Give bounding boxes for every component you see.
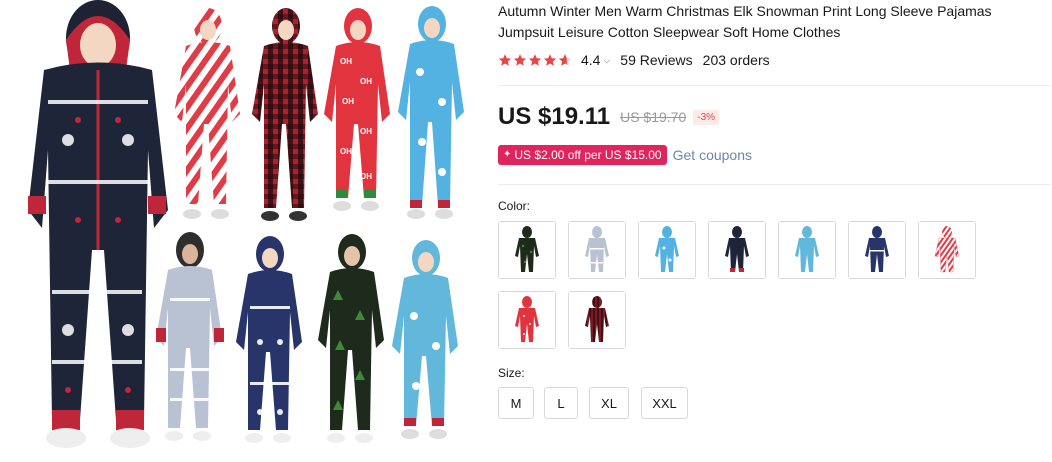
rating-summary[interactable]: 4.4 ⌵ 59 Reviews 203 orders xyxy=(498,51,770,69)
current-price: US $19.11 xyxy=(498,103,611,130)
star-rating xyxy=(498,53,573,67)
coupon-text: US $2.00 off per US $15.00 xyxy=(514,148,662,162)
color-swatch-light-blue[interactable] xyxy=(778,221,836,279)
half-star-icon xyxy=(558,53,572,67)
model-red-plaid xyxy=(248,4,322,226)
model-candy-cane xyxy=(168,4,246,226)
model-red-oh: OH OH OH OH OH OH xyxy=(322,4,394,214)
original-price: US $19.70 xyxy=(620,109,687,125)
lightning-icon: ✦ xyxy=(503,149,512,160)
color-swatch-sky-blue-snowman[interactable] xyxy=(638,221,696,279)
size-option-xxl[interactable]: XXL xyxy=(641,387,688,419)
get-coupons-link[interactable]: Get coupons xyxy=(673,147,752,163)
coupon-row: ✦ US $2.00 off per US $15.00 Get coupons xyxy=(498,145,752,165)
svg-text:OH: OH xyxy=(360,127,372,136)
coupon-badge[interactable]: ✦ US $2.00 off per US $15.00 xyxy=(498,145,667,165)
model-navy-snowflake xyxy=(230,232,308,446)
svg-text:OH: OH xyxy=(340,147,352,156)
color-swatch-red-plaid[interactable] xyxy=(568,291,626,349)
color-swatch-navy-snowflake[interactable] xyxy=(848,221,906,279)
star-icon xyxy=(498,53,512,67)
reviews-link[interactable]: 59 Reviews xyxy=(620,52,692,68)
model-grey-snowflake xyxy=(152,228,228,446)
svg-text:OH: OH xyxy=(360,77,372,86)
size-option-m[interactable]: M xyxy=(498,387,534,419)
chevron-down-icon[interactable]: ⌵ xyxy=(603,55,610,66)
size-label: Size: xyxy=(498,366,525,380)
star-icon xyxy=(543,53,557,67)
color-swatch-black-tree[interactable] xyxy=(498,221,556,279)
discount-badge: -3% xyxy=(693,109,720,125)
svg-text:OH: OH xyxy=(340,57,352,66)
model-black-tree xyxy=(314,230,390,446)
color-swatch-red-oh[interactable] xyxy=(498,291,556,349)
size-option-l[interactable]: L xyxy=(544,387,578,419)
star-icon xyxy=(528,53,542,67)
model-sky-blue-snowman xyxy=(394,2,468,222)
rating-value: 4.4 xyxy=(581,52,601,68)
star-icon xyxy=(513,53,527,67)
price-block: US $19.11 US $19.70 -3% xyxy=(498,103,720,131)
model-light-blue xyxy=(390,236,462,442)
color-swatch-navy-elk[interactable] xyxy=(708,221,766,279)
product-image[interactable]: OH OH OH OH OH OH xyxy=(0,0,480,462)
divider xyxy=(498,184,1050,185)
product-info: Autumn Winter Men Warm Christmas Elk Sno… xyxy=(498,0,1050,462)
color-swatch-grey-snowflake[interactable] xyxy=(568,221,626,279)
orders-count: 203 orders xyxy=(702,52,770,68)
product-title: Autumn Winter Men Warm Christmas Elk Sno… xyxy=(498,3,992,40)
svg-text:OH: OH xyxy=(342,97,354,106)
svg-text:OH: OH xyxy=(360,172,372,181)
size-option-xl[interactable]: XL xyxy=(589,387,629,419)
divider xyxy=(498,85,1050,86)
color-swatch-candy-cane[interactable] xyxy=(918,221,976,279)
color-label: Color: xyxy=(498,199,531,213)
